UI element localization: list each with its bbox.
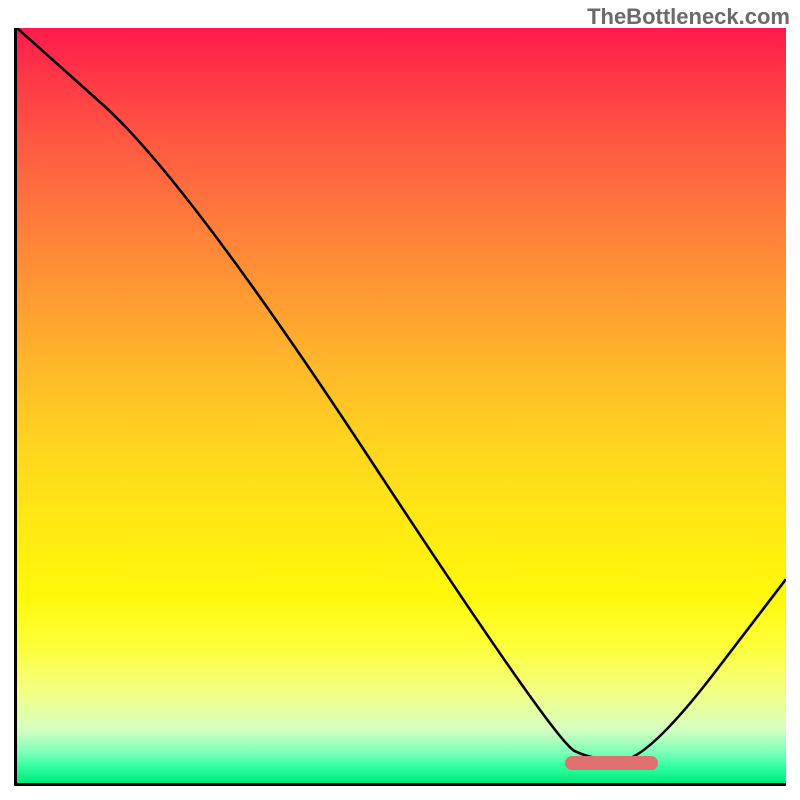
chart-indicator-bar [565, 756, 658, 770]
chart-plot-area [14, 28, 786, 786]
watermark-text: TheBottleneck.com [587, 4, 790, 30]
chart-curve [17, 28, 786, 783]
